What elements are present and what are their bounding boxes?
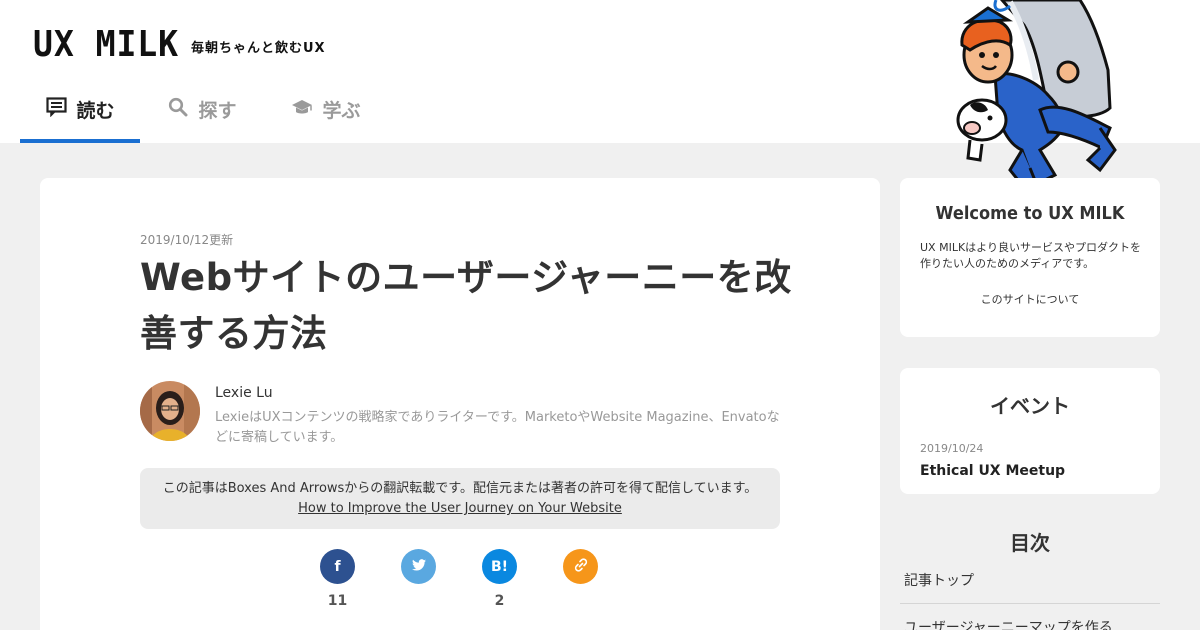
event-name-link[interactable]: Ethical UX Meetup	[920, 463, 1065, 479]
nav-tab-read[interactable]: 読む	[20, 86, 140, 143]
site-tagline: 毎朝ちゃんと飲むUX	[191, 41, 326, 56]
author-name[interactable]: Lexie Lu	[215, 385, 273, 401]
events-card: イベント 2019/10/24 Ethical UX Meetup	[900, 368, 1160, 494]
toc-item-journey-map[interactable]: ユーザージャーニーマップを作る	[904, 617, 1113, 630]
share-twitter	[401, 549, 436, 611]
event-date: 2019/10/24	[920, 442, 984, 455]
hatena-share-count: 2	[494, 593, 505, 609]
twitter-icon	[411, 558, 426, 575]
hatena-share-button[interactable]: B!	[482, 549, 517, 584]
share-buttons: f 11 B! 2	[320, 549, 598, 611]
about-site-link[interactable]: このサイトについて	[900, 291, 1160, 307]
facebook-icon: f	[334, 558, 341, 575]
nav-tab-label: 探す	[198, 100, 237, 122]
article-title: Webサイトのユーザージャーニーを改善する方法	[140, 256, 792, 355]
article-icon	[45, 96, 67, 118]
author-avatar	[140, 381, 200, 441]
original-article-link[interactable]: How to Improve the User Journey on Your …	[298, 501, 622, 516]
article-updated-date: 2019/10/12更新	[140, 233, 234, 247]
welcome-text: UX MILKはより良いサービスやプロダクトを作りたい人のためのメディアです。	[920, 241, 1141, 270]
site-logo[interactable]: UX MILK	[33, 27, 179, 63]
graduation-cap-icon	[291, 96, 313, 118]
link-icon	[573, 557, 589, 577]
toc-divider	[900, 603, 1160, 604]
translation-notice-text: この記事はBoxes And Arrowsからの翻訳転載です。配信元または著者の…	[162, 481, 758, 496]
share-hatena: B! 2	[482, 549, 517, 611]
share-facebook: f 11	[320, 549, 355, 611]
twitter-share-button[interactable]	[401, 549, 436, 584]
copy-link-button[interactable]	[563, 549, 598, 584]
translation-notice: この記事はBoxes And Arrowsからの翻訳転載です。配信元または著者の…	[140, 468, 780, 529]
search-icon	[167, 96, 189, 118]
welcome-title: Welcome to UX MILK	[935, 203, 1125, 224]
article-card: 2019/10/12更新 Webサイトのユーザージャーニーを改善する方法 Lex…	[40, 178, 880, 630]
toc-title: 目次	[1010, 531, 1050, 555]
welcome-card: Welcome to UX MILK UX MILKはより良いサービスやプロダク…	[900, 178, 1160, 337]
milkman-mascot-image	[940, 0, 1130, 200]
events-title: イベント	[990, 394, 1070, 418]
nav-tab-search[interactable]: 探す	[140, 86, 264, 143]
facebook-share-button[interactable]: f	[320, 549, 355, 584]
main-nav: 読む 探す 学ぶ	[20, 86, 388, 143]
nav-tab-label: 読む	[76, 100, 115, 122]
share-link	[563, 549, 598, 611]
nav-tab-learn[interactable]: 学ぶ	[264, 86, 388, 143]
nav-tab-label: 学ぶ	[322, 100, 361, 122]
author-bio: LexieはUXコンテンツの戦略家でありライターです。MarketoやWebsi…	[215, 410, 780, 445]
toc-item-top[interactable]: 記事トップ	[904, 570, 974, 590]
facebook-share-count: 11	[327, 593, 348, 609]
hatena-bookmark-icon: B!	[490, 558, 509, 575]
